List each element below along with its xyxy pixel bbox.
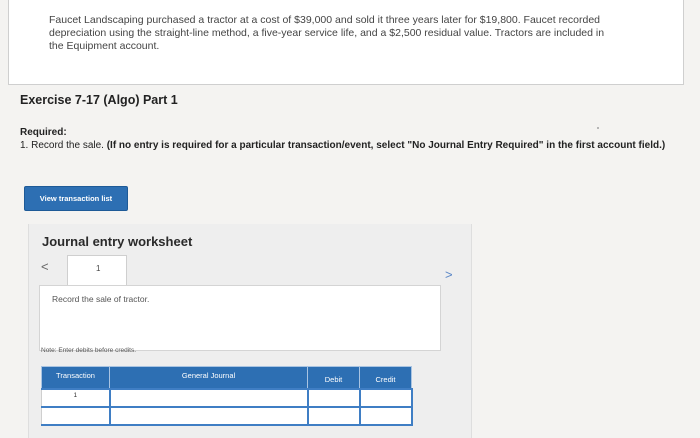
table-header-row: Transaction General Journal Debit Credit xyxy=(41,366,412,389)
debit-field[interactable] xyxy=(306,387,361,408)
worksheet-title: Journal entry worksheet xyxy=(42,234,193,249)
entry-description-panel: Record the sale of tractor. xyxy=(39,285,441,351)
transaction-number-cell: 1 xyxy=(41,387,111,408)
view-transaction-list-button[interactable]: View transaction list xyxy=(24,186,128,211)
entry-tab-1[interactable]: 1 xyxy=(67,255,127,285)
transaction-number-cell xyxy=(41,405,111,426)
required-item: 1. Record the sale. xyxy=(20,140,104,151)
account-field[interactable] xyxy=(108,387,309,408)
previous-arrow-icon[interactable]: < xyxy=(41,259,55,275)
column-header-general-journal: General Journal xyxy=(109,366,308,389)
required-label: Required: xyxy=(20,127,67,138)
table-row: 1 xyxy=(41,387,413,408)
problem-line-2: depreciation using the straight-line met… xyxy=(49,27,605,39)
exercise-title: Exercise 7-17 (Algo) Part 1 xyxy=(20,93,178,107)
problem-line-3: the Equipment account. xyxy=(49,40,160,52)
column-header-debit: Debit xyxy=(307,366,360,389)
entry-description: Record the sale of tractor. xyxy=(52,294,150,304)
problem-line-1: Faucet Landscaping purchased a tractor a… xyxy=(49,14,601,26)
required-instructions: 1. Record the sale. (If no entry is requ… xyxy=(20,140,680,152)
column-header-transaction: Transaction xyxy=(41,366,110,389)
credit-field[interactable] xyxy=(358,405,413,426)
next-arrow-icon[interactable]: > xyxy=(445,267,459,283)
column-header-credit: Credit xyxy=(359,366,412,389)
problem-statement: Faucet Landscaping purchased a tractor a… xyxy=(8,0,684,85)
table-row xyxy=(41,405,413,426)
stray-mark xyxy=(597,127,599,129)
debit-field[interactable] xyxy=(306,405,361,426)
journal-entry-worksheet: Journal entry worksheet < 1 > Record the… xyxy=(28,224,472,438)
journal-entry-table: Transaction General Journal Debit Credit… xyxy=(41,366,413,426)
credit-field[interactable] xyxy=(358,387,413,408)
debit-credit-note: Note: Enter debits before credits. xyxy=(41,347,137,354)
required-note: (If no entry is required for a particula… xyxy=(106,140,666,151)
account-field[interactable] xyxy=(108,405,309,426)
